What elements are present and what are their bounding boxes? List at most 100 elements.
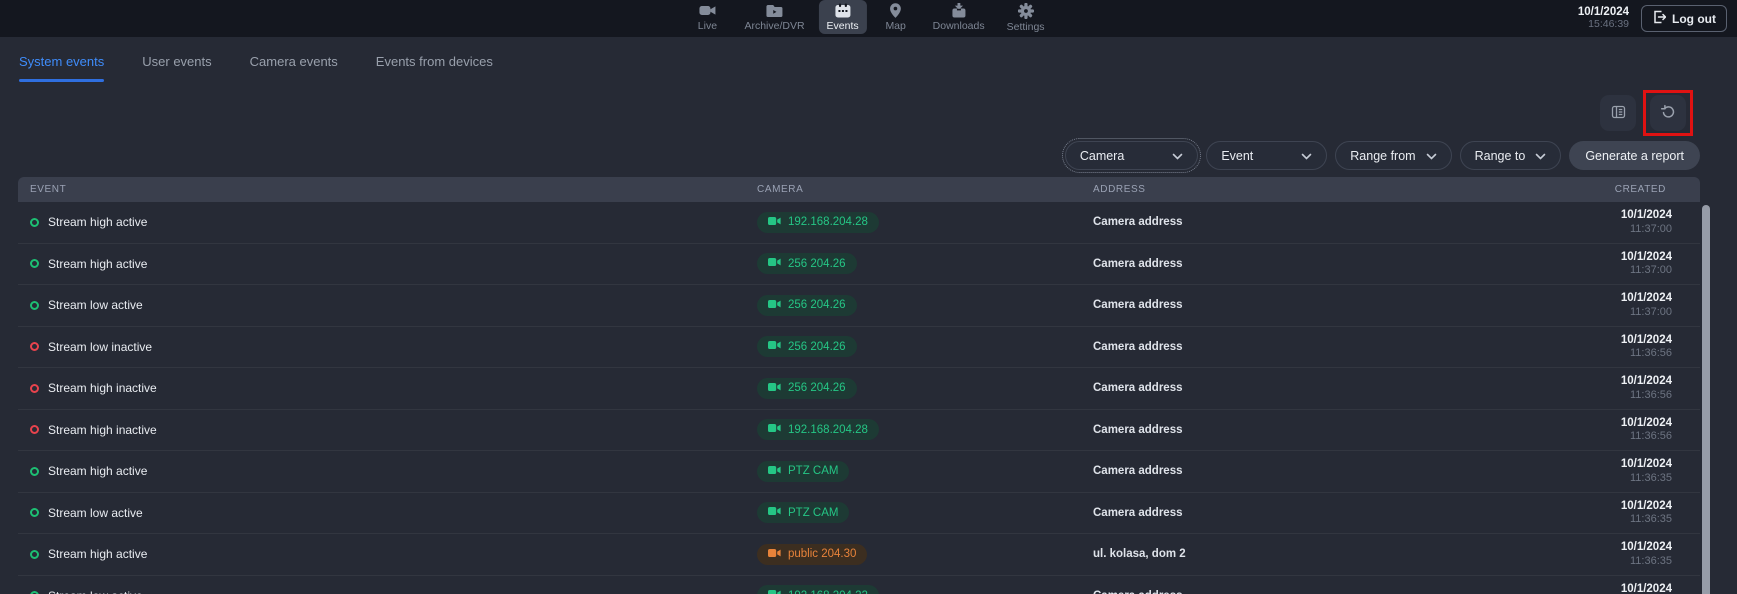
camera-address: ul. kolasa, dom 2 bbox=[1093, 548, 1393, 560]
camera-address: Camera address bbox=[1093, 299, 1393, 311]
camera-filter-label: Camera bbox=[1080, 149, 1124, 163]
nav-item-label: Live bbox=[698, 20, 717, 32]
camera-name: 192.168.204.22 bbox=[788, 590, 868, 594]
created-date: 10/1/2024 bbox=[1393, 499, 1672, 513]
table-row[interactable]: Stream high activepublic 204.30ul. kolas… bbox=[18, 534, 1700, 576]
camera-badge[interactable]: 256 204.26 bbox=[757, 378, 857, 399]
camera-badge[interactable]: PTZ CAM bbox=[757, 502, 849, 523]
map-pin-icon bbox=[888, 3, 903, 18]
top-navigation-bar: Live Archive/DVR Events Map Downloads bbox=[0, 0, 1737, 37]
event-name: Stream high inactive bbox=[48, 381, 157, 395]
vertical-scrollbar[interactable] bbox=[1702, 205, 1710, 594]
nav-item-map[interactable]: Map bbox=[873, 0, 919, 34]
range-from-dropdown[interactable]: Range from bbox=[1335, 141, 1451, 170]
tab-user-events[interactable]: User events bbox=[142, 54, 211, 82]
range-from-label: Range from bbox=[1350, 149, 1415, 163]
camera-badge[interactable]: public 204.30 bbox=[757, 544, 867, 565]
column-header-event: EVENT bbox=[18, 184, 757, 195]
table-row[interactable]: Stream low active 256 204.26 Camera addres… bbox=[18, 285, 1700, 327]
camera-badge[interactable]: 256 204.26 bbox=[757, 295, 857, 316]
table-row[interactable]: Stream low inactive 256 204.26 Camera addr… bbox=[18, 327, 1700, 369]
created-time: 11:37:00 bbox=[1393, 306, 1672, 320]
camera-badge[interactable]: PTZ CAM bbox=[757, 461, 849, 482]
range-to-dropdown[interactable]: Range to bbox=[1460, 141, 1562, 170]
status-active-icon bbox=[30, 550, 39, 559]
report-list-button[interactable] bbox=[1600, 95, 1636, 131]
camera-name: 256 204.26 bbox=[788, 299, 846, 311]
camera-icon bbox=[768, 216, 781, 229]
nav-item-live[interactable]: Live bbox=[684, 0, 730, 34]
camera-address: Camera address bbox=[1093, 341, 1393, 353]
created-time: 11:36:56 bbox=[1393, 389, 1672, 403]
generate-report-button[interactable]: Generate a report bbox=[1569, 141, 1700, 170]
refresh-button[interactable] bbox=[1650, 95, 1686, 131]
camera-name: 192.168.204.28 bbox=[788, 424, 868, 436]
tab-camera-events[interactable]: Camera events bbox=[250, 54, 338, 82]
topbar-right-section: 10/1/2024 15:46:39 Log out bbox=[1578, 0, 1727, 37]
camera-address: Camera address bbox=[1093, 258, 1393, 270]
nav-item-events[interactable]: Events bbox=[819, 0, 867, 34]
video-camera-icon bbox=[699, 3, 716, 18]
created-timestamp: 10/1/202411:36:32 bbox=[1393, 582, 1700, 594]
table-header-row: EVENT CAMERA ADDRESS CREATED bbox=[18, 177, 1700, 202]
event-name: Stream low active bbox=[48, 589, 143, 594]
created-date: 10/1/2024 bbox=[1393, 208, 1672, 222]
logout-button[interactable]: Log out bbox=[1641, 5, 1727, 32]
camera-address: Camera address bbox=[1093, 216, 1393, 228]
created-date: 10/1/2024 bbox=[1393, 374, 1672, 388]
status-inactive-icon bbox=[30, 342, 39, 351]
status-inactive-icon bbox=[30, 425, 39, 434]
table-row[interactable]: Stream low active192.168.204.22Camera ad… bbox=[18, 576, 1700, 594]
created-time: 11:37:00 bbox=[1393, 223, 1672, 237]
camera-name: PTZ CAM bbox=[788, 465, 838, 477]
created-timestamp: 10/1/202411:36:35 bbox=[1393, 540, 1700, 568]
camera-icon bbox=[768, 548, 781, 561]
camera-badge[interactable]: 192.168.204.28 bbox=[757, 212, 879, 233]
range-to-label: Range to bbox=[1475, 149, 1526, 163]
event-tabs: System events User events Camera events … bbox=[0, 37, 1737, 82]
created-timestamp: 10/1/202411:36:56 bbox=[1393, 416, 1700, 444]
download-icon bbox=[951, 3, 967, 18]
nav-item-settings[interactable]: Settings bbox=[999, 0, 1053, 35]
table-row[interactable]: Stream high active192.168.204.28Camera a… bbox=[18, 202, 1700, 244]
event-name: Stream high inactive bbox=[48, 423, 157, 437]
calendar-icon bbox=[835, 3, 851, 18]
camera-filter-dropdown[interactable]: Camera bbox=[1065, 141, 1198, 170]
nav-item-downloads[interactable]: Downloads bbox=[925, 0, 993, 34]
table-row[interactable]: Stream high active256 204.26Camera addre… bbox=[18, 244, 1700, 286]
created-timestamp: 10/1/202411:37:00 bbox=[1393, 291, 1700, 319]
table-body: Stream high active192.168.204.28Camera a… bbox=[18, 202, 1700, 594]
camera-badge[interactable]: 192.168.204.28 bbox=[757, 419, 879, 440]
events-page: System events User events Camera events … bbox=[0, 37, 1737, 594]
camera-badge[interactable]: 256 204.26 bbox=[757, 253, 857, 274]
camera-name: 256 204.26 bbox=[788, 382, 846, 394]
event-name: Stream low inactive bbox=[48, 340, 152, 354]
column-header-camera: CAMERA bbox=[757, 184, 1093, 195]
table-row[interactable]: Stream high inactive192.168.204.28Camera… bbox=[18, 410, 1700, 452]
event-filter-dropdown[interactable]: Event bbox=[1206, 141, 1327, 170]
status-active-icon bbox=[30, 467, 39, 476]
camera-address: Camera address bbox=[1093, 507, 1393, 519]
current-time: 15:46:39 bbox=[1578, 19, 1629, 31]
created-time: 11:36:56 bbox=[1393, 347, 1672, 361]
chevron-down-icon bbox=[1301, 149, 1312, 163]
created-timestamp: 10/1/202411:36:35 bbox=[1393, 499, 1700, 527]
camera-badge[interactable]: 256 204.26 bbox=[757, 336, 857, 357]
created-date: 10/1/2024 bbox=[1393, 540, 1672, 554]
created-timestamp: 10/1/202411:37:00 bbox=[1393, 208, 1700, 236]
tab-system-events[interactable]: System events bbox=[19, 54, 104, 82]
event-name: Stream low active bbox=[48, 298, 143, 312]
column-header-address: ADDRESS bbox=[1093, 184, 1393, 195]
table-row[interactable]: Stream low activePTZ CAMCamera address10… bbox=[18, 493, 1700, 535]
created-timestamp: 10/1/202411:37:00 bbox=[1393, 250, 1700, 278]
camera-badge[interactable]: 192.168.204.22 bbox=[757, 585, 879, 594]
table-row[interactable]: Stream high inactive256 204.26Camera add… bbox=[18, 368, 1700, 410]
nav-item-label: Map bbox=[885, 20, 905, 32]
tab-events-from-devices[interactable]: Events from devices bbox=[376, 54, 493, 82]
camera-name: 192.168.204.28 bbox=[788, 216, 868, 228]
created-time: 11:37:00 bbox=[1393, 264, 1672, 278]
table-row[interactable]: Stream high activePTZ CAMCamera address1… bbox=[18, 451, 1700, 493]
created-date: 10/1/2024 bbox=[1393, 457, 1672, 471]
camera-name: 256 204.26 bbox=[788, 341, 846, 353]
nav-item-archive-dvr[interactable]: Archive/DVR bbox=[736, 0, 812, 34]
